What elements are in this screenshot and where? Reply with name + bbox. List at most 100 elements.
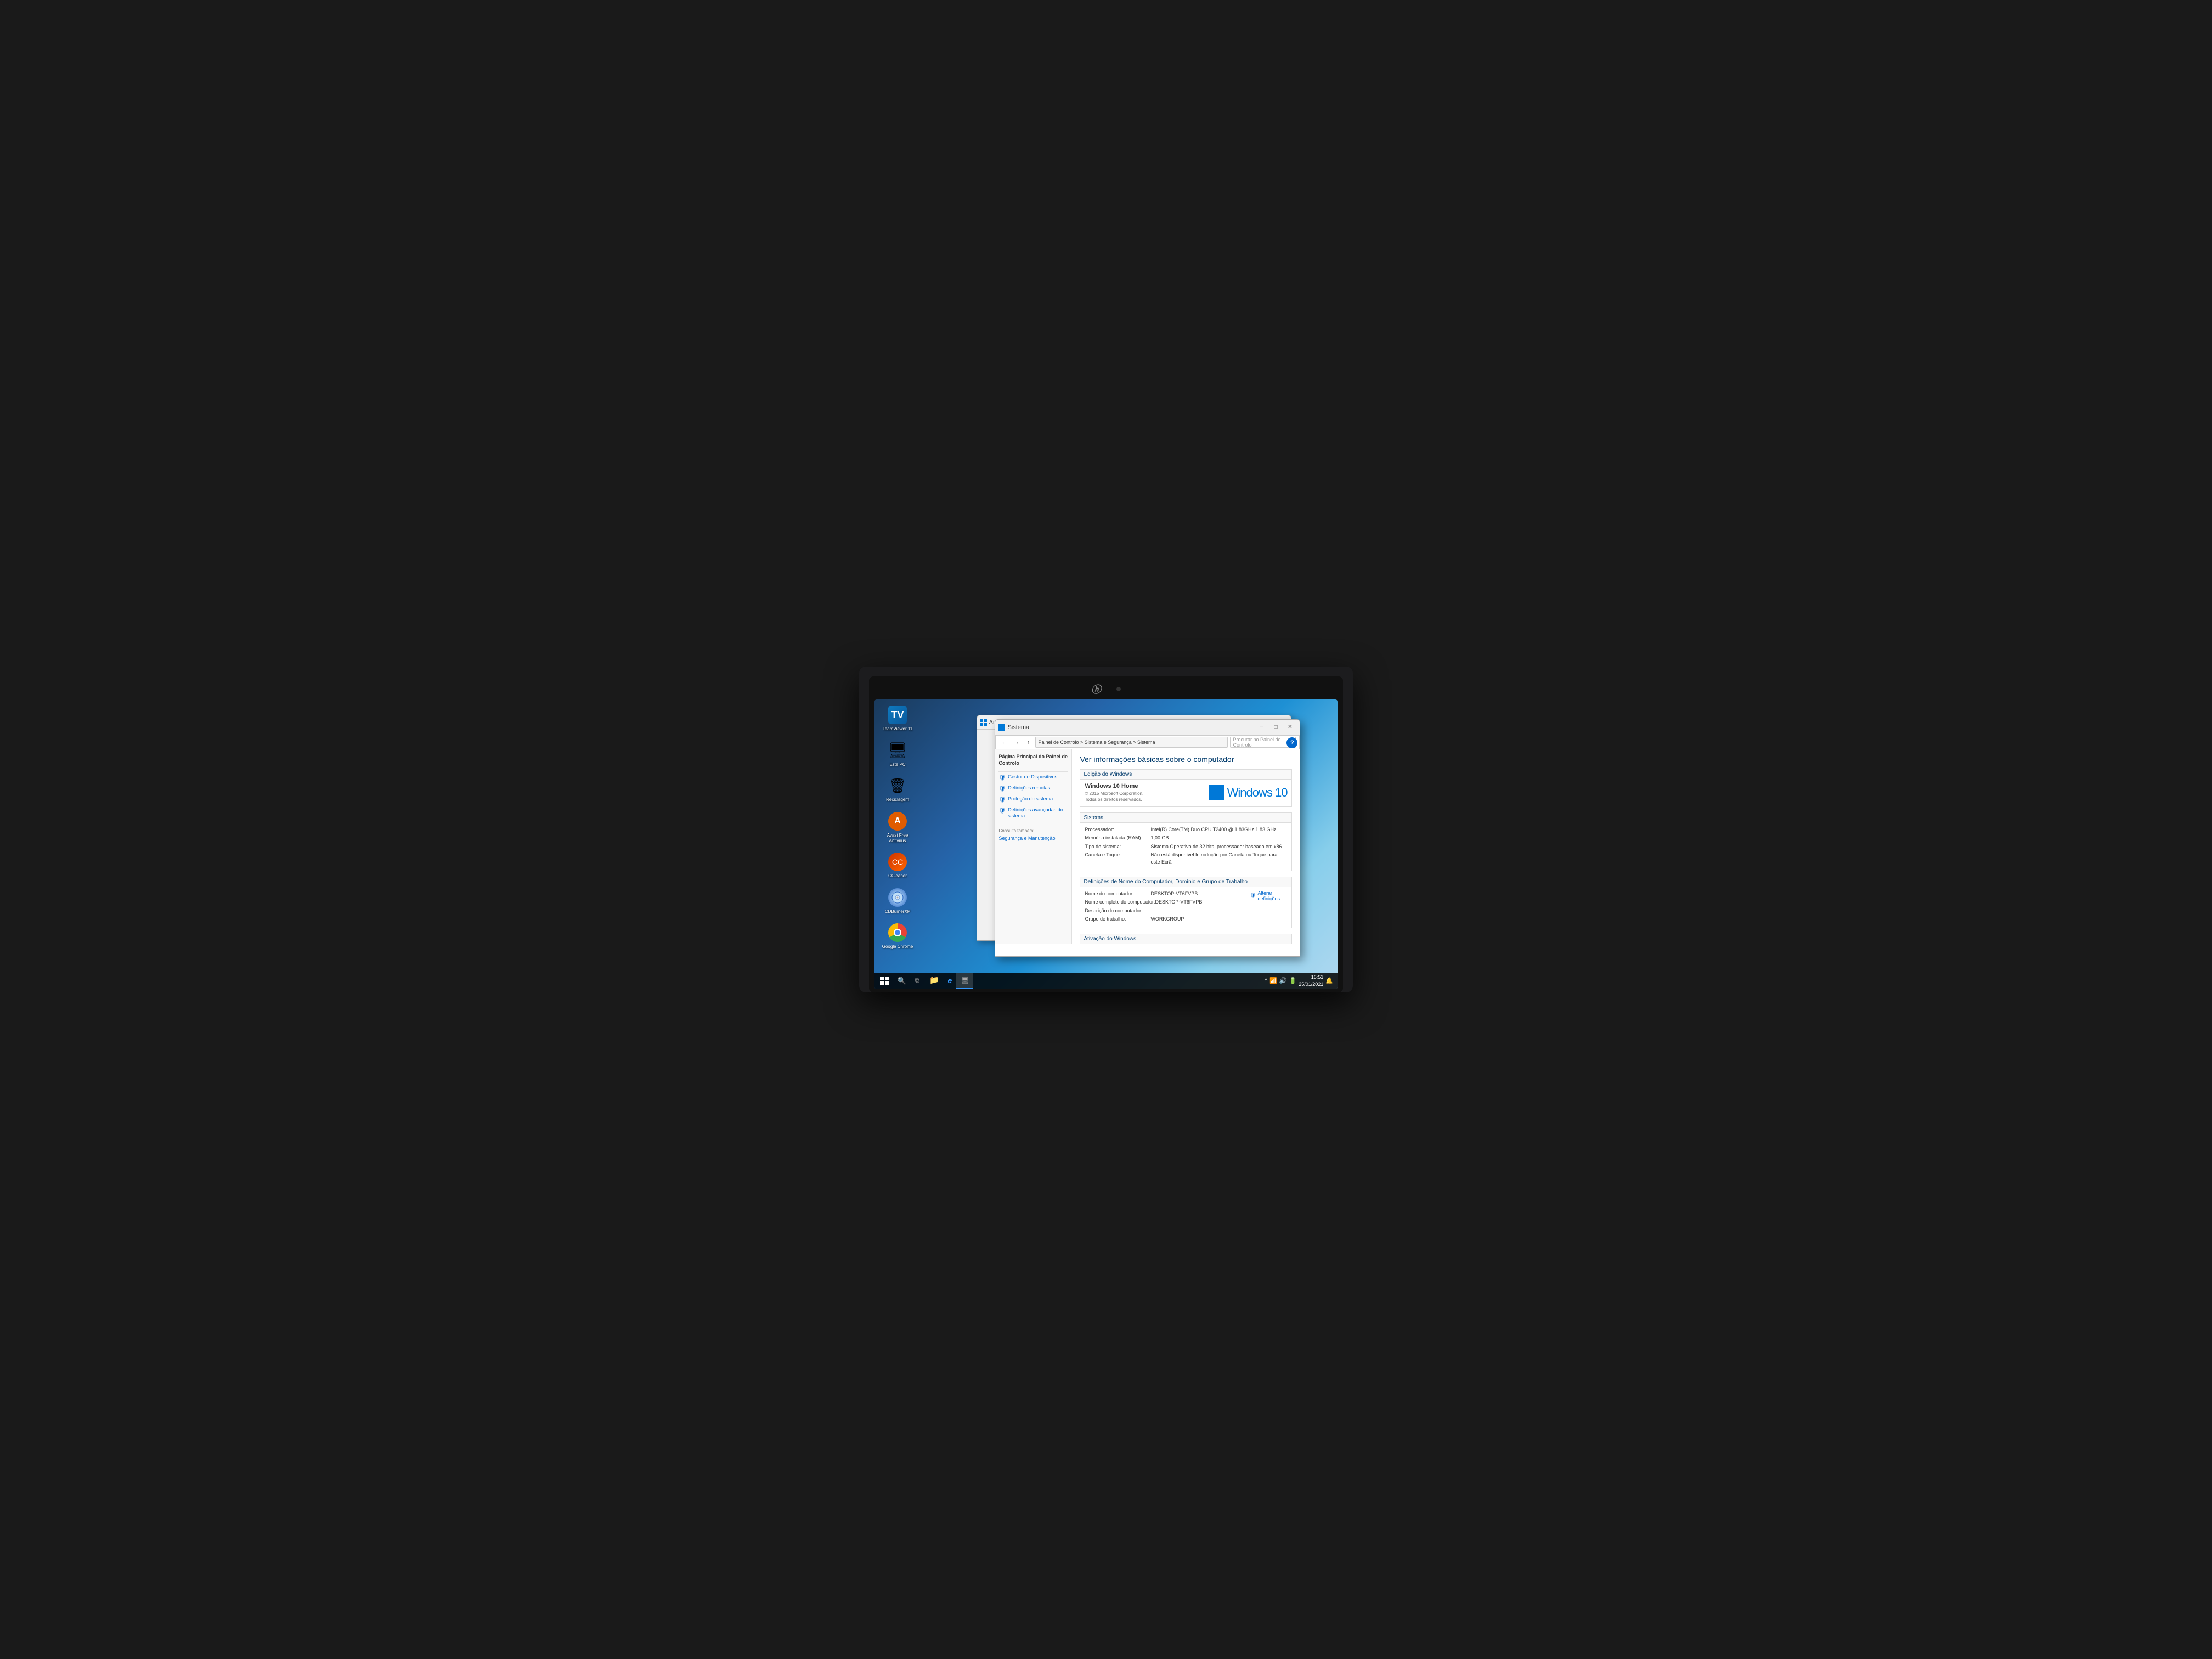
ccleaner-app-icon: CC (888, 853, 907, 871)
description-value (1150, 907, 1250, 915)
system-clock[interactable]: 16:51 25/01/2021 (1299, 974, 1323, 988)
clock-time: 16:51 (1299, 974, 1323, 981)
workgroup-value: WORKGROUP (1150, 916, 1250, 923)
battery-icon[interactable]: 🔋 (1289, 977, 1297, 984)
laptop: ⓗ TV TeamViewer 11 🖥 Este PC (859, 667, 1353, 992)
reciclagem-icon-desktop[interactable]: 🗑 Reciclagem (881, 776, 914, 803)
sistema-close-button[interactable]: ✕ (1283, 723, 1296, 732)
start-icon (880, 977, 889, 985)
edge-taskbar-icon: e (947, 976, 952, 985)
edition-section: Edição do Windows Windows 10 Home © 2015… (1080, 769, 1292, 806)
alterar-definicoes-button[interactable]: 🛡 Alterar definições (1250, 890, 1287, 901)
workgroup-row: Grupo de trabalho: WORKGROUP (1085, 916, 1250, 923)
screen-bezel: ⓗ TV TeamViewer 11 🖥 Este PC (869, 676, 1343, 992)
chrome-label: Google Chrome (882, 944, 913, 950)
taskbar-task-view-button[interactable]: ⧉ (910, 975, 925, 987)
sistema-minimize-button[interactable]: – (1255, 723, 1268, 732)
full-name-row: Nome completo do computador: DESKTOP-VT6… (1085, 899, 1250, 906)
type-row: Tipo de sistema: Sistema Operativo de 32… (1085, 843, 1287, 850)
processor-label: Processador: (1085, 826, 1150, 833)
system-info-table: Processador: Intel(R) Core(TM) Duo CPU T… (1085, 826, 1287, 866)
volume-icon[interactable]: 🔊 (1279, 977, 1287, 984)
main-section-title: Ver informações básicas sobre o computad… (1080, 755, 1292, 764)
activation-header: Ativação do Windows (1080, 934, 1291, 944)
up-button[interactable]: ↑ (1023, 737, 1033, 747)
sidebar-item-definicoes-avancadas[interactable]: 🛡 Definições avançadas do sistema (998, 807, 1068, 820)
seguranca-label: Segurança e Manutenção (998, 836, 1055, 842)
pen-label: Caneta e Toque: (1085, 851, 1150, 865)
window-body: Página Principal do Painel de Controlo 🛡… (995, 749, 1300, 944)
avast-icon-desktop[interactable]: A Avast Free Antivirus (881, 811, 914, 843)
sidebar-panel: Página Principal do Painel de Controlo 🛡… (995, 749, 1072, 944)
sidebar-item-definicoes-remotas[interactable]: 🛡 Definições remotas (998, 785, 1068, 793)
este-pc-icon-desktop[interactable]: 🖥 Este PC (881, 741, 914, 768)
file-explorer-taskbar-icon: 📁 (929, 975, 939, 985)
sidebar-footer-label: Consulta também: (998, 828, 1068, 833)
pen-value: Não está disponível Introdução por Canet… (1150, 851, 1287, 865)
cdburnerxp-icon-desktop[interactable]: CDBurnerXP (881, 888, 914, 915)
computer-name-table: Nome do computador: DESKTOP-VT6FVPB Nome… (1085, 890, 1250, 924)
hp-logo: ⓗ (1091, 682, 1101, 696)
clock-date: 25/01/2021 (1299, 981, 1323, 988)
definicoes-avancadas-label: Definições avançadas do sistema (1008, 807, 1068, 820)
sidebar-item-protecao[interactable]: 🛡 Proteção do sistema (998, 796, 1068, 804)
desktop-screen: TV TeamViewer 11 🖥 Este PC 🗑 Reciclagem (874, 699, 1338, 989)
sistema-window[interactable]: Sistema – □ ✕ ← → ↑ Painel de Controlo >… (995, 719, 1300, 957)
address-input[interactable]: Painel de Controlo > Sistema e Segurança… (1035, 737, 1228, 748)
computer-name-label: Nome do computador: (1085, 890, 1150, 898)
search-placeholder: Procurar no Painel de Controlo (1233, 737, 1285, 748)
system-header: Sistema (1080, 813, 1291, 823)
taskbar-edge-item[interactable]: e (943, 973, 956, 989)
computer-name-section: Definições de Nome do Computador, Domíni… (1080, 877, 1292, 928)
este-pc-app-icon: 🖥 (888, 741, 907, 759)
sistema-window-controls[interactable]: – □ ✕ (1255, 723, 1296, 732)
edition-row: Windows 10 Home © 2015 Microsoft Corpora… (1085, 783, 1287, 803)
tray-expand-icon[interactable]: ^ (1265, 978, 1267, 984)
sistema-titlebar: Sistema – □ ✕ (995, 720, 1300, 735)
workgroup-label: Grupo de trabalho: (1085, 916, 1150, 923)
chrome-icon-desktop[interactable]: Google Chrome (881, 923, 914, 950)
sidebar-home-link[interactable]: Página Principal do Painel de Controlo (998, 754, 1068, 766)
address-path: Painel de Controlo > Sistema e Segurança… (1038, 740, 1155, 745)
webcam-bar: ⓗ (874, 682, 1338, 696)
forward-button[interactable]: → (1011, 737, 1021, 747)
start-button[interactable] (874, 973, 894, 989)
shield-icon-alterar: 🛡 (1250, 893, 1256, 899)
processor-value: Intel(R) Core(TM) Duo CPU T2400 @ 1.83GH… (1150, 826, 1287, 833)
sidebar-divider (998, 771, 1068, 772)
computer-name-row: Nome do computador: DESKTOP-VT6FVPB (1085, 890, 1250, 898)
ram-value: 1,00 GB (1150, 834, 1287, 842)
main-content: Ver informações básicas sobre o computad… (1072, 749, 1300, 944)
notifications-icon[interactable]: 🔔 (1325, 977, 1333, 984)
computer-name-value: DESKTOP-VT6FVPB (1150, 890, 1250, 898)
network-icon[interactable]: 📶 (1269, 977, 1277, 984)
chrome-app-icon (888, 923, 907, 942)
sidebar-seguranca[interactable]: Segurança e Manutenção (998, 836, 1068, 842)
description-row: Descrição do computador: (1085, 907, 1250, 915)
edition-text: Windows 10 Home © 2015 Microsoft Corpora… (1085, 783, 1143, 803)
avast-app-icon: A (888, 812, 907, 831)
taskbar-search-button[interactable]: 🔍 (894, 975, 910, 987)
protecao-label: Proteção do sistema (1008, 796, 1053, 803)
sistema-maximize-button[interactable]: □ (1269, 723, 1282, 732)
back-button[interactable]: ← (999, 737, 1009, 747)
computer-name-header: Definições de Nome do Computador, Domíni… (1080, 877, 1291, 887)
desktop-icons: TV TeamViewer 11 🖥 Este PC 🗑 Reciclagem (881, 705, 914, 950)
ram-label: Memória instalada (RAM): (1085, 834, 1150, 842)
shield-icon-protecao: 🛡 (998, 797, 1006, 804)
shield-icon-avancadas: 🛡 (998, 808, 1006, 815)
sistema-title: Sistema (1007, 724, 1255, 731)
edition-copyright: © 2015 Microsoft Corporation.Todos os di… (1085, 791, 1143, 803)
taskbar-sistema-item[interactable]: 🖥 (956, 973, 973, 989)
full-name-label: Nome completo do computador: (1085, 899, 1155, 906)
type-value: Sistema Operativo de 32 bits, processado… (1150, 843, 1287, 850)
cdburnerxp-label: CDBurnerXP (885, 909, 910, 915)
alterar-def-label: Alterar definições (1257, 890, 1287, 901)
search-input[interactable]: Procurar no Painel de Controlo 🔍 (1230, 737, 1296, 748)
teamviewer-icon-desktop[interactable]: TV TeamViewer 11 (881, 705, 914, 732)
taskbar-file-explorer-item[interactable]: 📁 (925, 973, 943, 989)
ccleaner-icon-desktop[interactable]: CC CCleaner (881, 852, 914, 879)
edition-content: Windows 10 Home © 2015 Microsoft Corpora… (1080, 780, 1291, 806)
sidebar-item-gestor[interactable]: 🛡 Gestor de Dispositivos (998, 774, 1068, 782)
pen-row: Caneta e Toque: Não está disponível Intr… (1085, 851, 1287, 865)
